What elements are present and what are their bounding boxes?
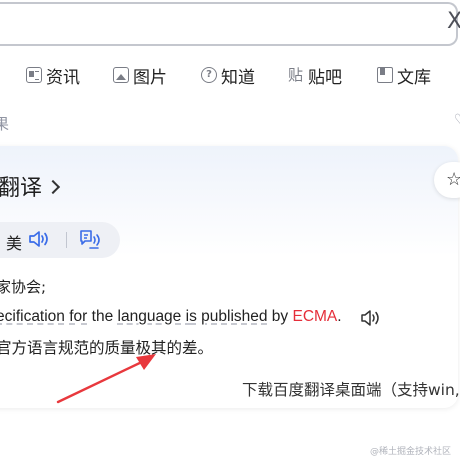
download-desktop-link[interactable]: 下载百度翻译桌面端（支持win, (242, 378, 460, 400)
speaker-icon[interactable] (28, 229, 52, 249)
image-icon (113, 67, 129, 83)
watermark: @稀土掘金技术社区 (370, 447, 452, 457)
close-icon[interactable]: X (447, 10, 460, 34)
lookup-word[interactable]: for (69, 308, 87, 325)
results-label: 果 (0, 115, 10, 133)
tab-label: 资讯 (46, 67, 80, 88)
voice-practice-icon[interactable] (78, 228, 104, 252)
news-icon (26, 67, 42, 83)
card-title[interactable]: 翻译 (0, 170, 61, 202)
tab-images[interactable]: 图片 (113, 62, 167, 88)
tab-zhidao[interactable]: ? 知道 (201, 62, 255, 88)
tab-news[interactable]: 资讯 (26, 62, 80, 88)
translation-card (0, 146, 458, 408)
sentence-text: the (87, 308, 118, 325)
lookup-word[interactable]: published (201, 308, 267, 325)
star-icon: ☆ (446, 169, 460, 190)
tab-label: 图片 (133, 67, 167, 88)
tab-label: 贴吧 (308, 67, 342, 88)
tab-wenku[interactable]: 文库 (377, 62, 431, 88)
sentence-text: by (267, 308, 293, 325)
divider (66, 232, 67, 248)
example-sentence-en: ecification for the language is publishe… (0, 308, 342, 326)
tab-tieba[interactable]: 贴 贴吧 (288, 62, 342, 88)
tab-label: 文库 (397, 67, 431, 88)
document-icon (377, 67, 393, 83)
lookup-word[interactable]: is (186, 308, 197, 325)
lookup-word[interactable]: language (118, 308, 182, 325)
pronunciation-label: 美 (6, 234, 23, 253)
example-sentence-zh: 官方语言规范的质量极其的差。 (0, 339, 214, 357)
tab-label: 知道 (221, 67, 255, 88)
search-input[interactable] (0, 2, 458, 46)
heart-icon[interactable]: ♡ (454, 112, 460, 128)
speaker-icon[interactable] (360, 309, 382, 327)
highlight-word: ECMA (292, 308, 338, 325)
card-title-text: 翻译 (0, 176, 43, 201)
lookup-word[interactable]: ecification (0, 308, 65, 325)
sentence-text: . (337, 308, 342, 325)
definition-text: 家协会; (0, 278, 47, 296)
tieba-icon: 贴 (288, 66, 304, 84)
chevron-right-icon (45, 179, 61, 195)
search-tabs: 资讯 图片 ? 知道 贴 贴吧 文库 (0, 62, 460, 88)
question-icon: ? (201, 67, 217, 83)
